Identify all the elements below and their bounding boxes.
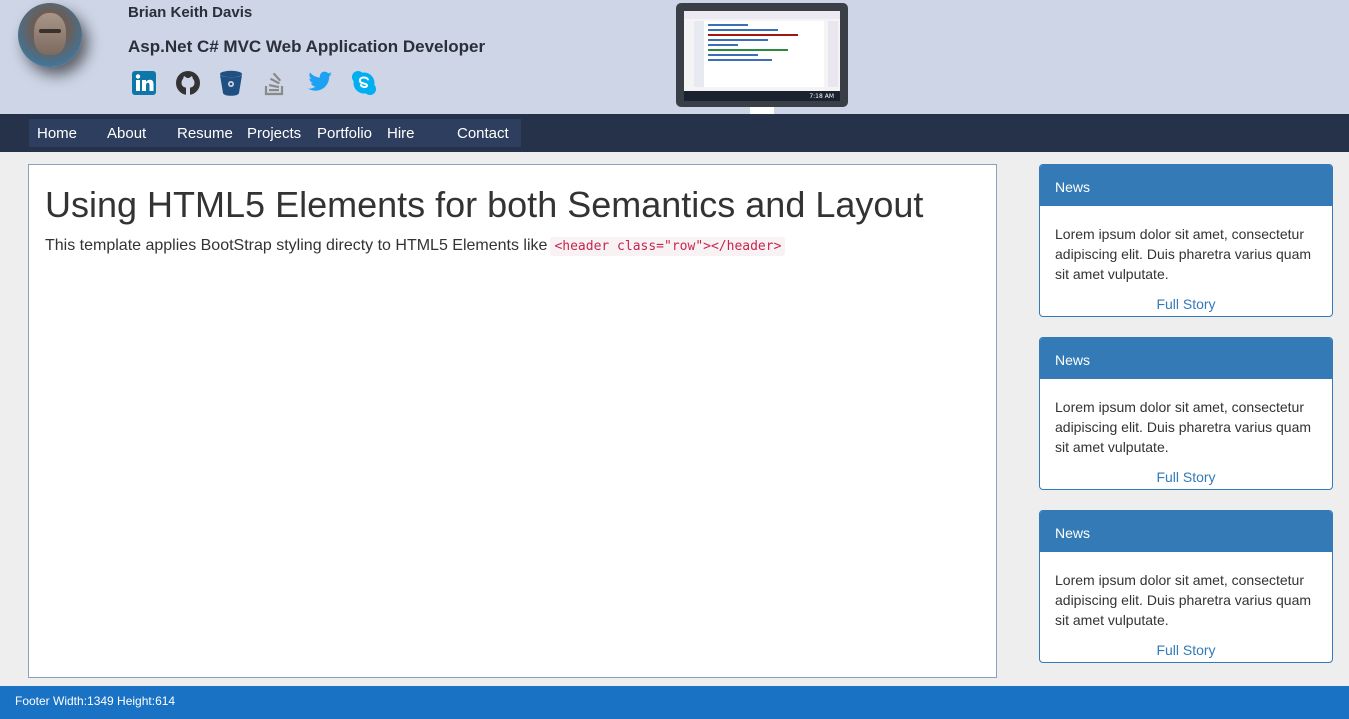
taskbar-clock: 7:18 AM (809, 93, 834, 100)
author-role: Asp.Net C# MVC Web Application Developer (128, 37, 486, 56)
news-panel: News Lorem ipsum dolor sit amet, consect… (1039, 337, 1333, 490)
nav-projects[interactable]: Projects (247, 125, 317, 142)
site-header: Brian Keith Davis Asp.Net C# MVC Web App… (0, 0, 1349, 126)
panel-body: Lorem ipsum dolor sit amet, consectetur … (1055, 399, 1312, 455)
skype-icon (352, 71, 376, 95)
code-snippet: <header class="row"></header> (550, 237, 786, 256)
github-link[interactable] (175, 70, 219, 98)
ide-toolbar (684, 11, 840, 19)
intro-text: This template applies BootStrap styling … (45, 237, 786, 256)
main-content: Using HTML5 Elements for both Semantics … (28, 164, 997, 678)
panel-body: Lorem ipsum dolor sit amet, consectetur … (1055, 226, 1312, 282)
footer-text: Footer Width:1349 Height:614 (15, 694, 176, 708)
ide-gutter (694, 21, 704, 87)
social-links (131, 70, 395, 98)
panel-body: Lorem ipsum dolor sit amet, consectetur … (1055, 572, 1312, 628)
bitbucket-icon (220, 70, 242, 96)
full-story-link[interactable]: Full Story (1040, 642, 1332, 662)
navbar: Home About Resume Projects Portfolio Hir… (0, 114, 1349, 152)
monitor-screen: 7:18 AM (684, 11, 840, 101)
site-footer: Footer Width:1349 Height:614 (0, 686, 1349, 719)
bitbucket-link[interactable] (219, 70, 263, 98)
avatar-face (34, 13, 66, 55)
nav-hire[interactable]: Hire (387, 125, 457, 142)
author-name: Brian Keith Davis (128, 4, 253, 21)
desktop-taskbar: 7:18 AM (684, 91, 840, 101)
intro-sentence: This template applies BootStrap styling … (45, 237, 548, 254)
github-icon (176, 71, 200, 95)
monitor-frame: 7:18 AM (676, 3, 848, 107)
monitor-graphic: 7:18 AM (676, 3, 848, 127)
nav-portfolio[interactable]: Portfolio (317, 125, 387, 142)
page-title: Using HTML5 Elements for both Semantics … (45, 184, 924, 225)
nav-resume[interactable]: Resume (177, 125, 247, 142)
linkedin-icon (132, 71, 156, 95)
stackoverflow-icon (264, 72, 284, 96)
full-story-link[interactable]: Full Story (1040, 469, 1332, 489)
skype-link[interactable] (351, 70, 395, 98)
nav-about[interactable]: About (107, 125, 177, 142)
nav-menu: Home About Resume Projects Portfolio Hir… (29, 119, 521, 147)
news-panel: News Lorem ipsum dolor sit amet, consect… (1039, 510, 1333, 663)
panel-heading: News (1040, 511, 1332, 552)
nav-home[interactable]: Home (37, 125, 107, 142)
news-panel: News Lorem ipsum dolor sit amet, consect… (1039, 164, 1333, 317)
ide-sidebar (828, 21, 838, 87)
ide-code-area (694, 21, 824, 87)
panel-heading: News (1040, 165, 1332, 206)
linkedin-link[interactable] (131, 70, 175, 98)
avatar (18, 3, 82, 67)
stackoverflow-link[interactable] (263, 70, 307, 98)
twitter-icon (308, 71, 332, 91)
twitter-link[interactable] (307, 70, 351, 98)
panel-heading: News (1040, 338, 1332, 379)
nav-contact[interactable]: Contact (457, 125, 521, 142)
avatar-eyes (39, 29, 61, 33)
full-story-link[interactable]: Full Story (1040, 296, 1332, 316)
